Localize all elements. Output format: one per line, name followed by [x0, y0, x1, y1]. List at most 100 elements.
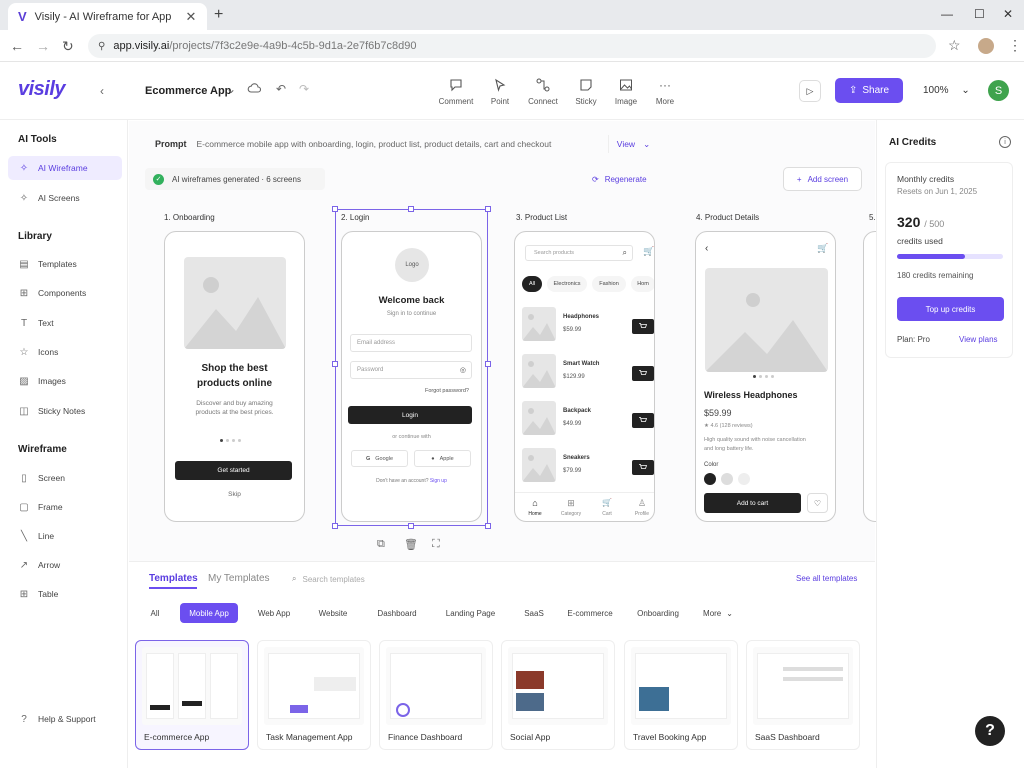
project-name[interactable]: Ecommerce App [145, 85, 231, 97]
template-card-task-management[interactable]: Task Management App [257, 640, 371, 750]
add-to-cart-button[interactable] [632, 319, 654, 334]
chevron-down-icon[interactable]: ⌄ [226, 82, 236, 96]
product-row[interactable]: Headphones $59.99 [522, 307, 654, 347]
cart-icon[interactable]: 🛒 [817, 243, 828, 254]
sidebar-item-line[interactable]: ╲ Line [8, 524, 122, 548]
chip-all[interactable]: All [522, 276, 542, 292]
product-row[interactable]: Smart Watch $129.99 [522, 354, 654, 394]
resize-handle[interactable] [332, 361, 338, 367]
back-arrow-icon[interactable]: ‹ [705, 243, 708, 254]
top-up-credits-button[interactable]: Top up credits [897, 297, 1004, 321]
resize-handle[interactable] [408, 523, 414, 529]
tool-image[interactable]: Image [606, 78, 646, 106]
template-card-travel-booking[interactable]: Travel Booking App [624, 640, 738, 750]
reload-icon[interactable]: ↻ [62, 38, 74, 55]
tool-more[interactable]: ··· More [645, 78, 685, 106]
screen-product-list[interactable]: Search products ⌕ 🛒 All Electronics Fashi… [514, 231, 655, 522]
tab-category[interactable]: ⊞ Category [557, 498, 585, 517]
add-to-cart-button[interactable]: Add to cart [704, 493, 801, 513]
filter-landing-page[interactable]: Landing Page [439, 603, 502, 623]
minimize-icon[interactable]: — [941, 7, 953, 21]
product-row[interactable]: Backpack $49.99 [522, 401, 654, 441]
color-swatch-light[interactable] [738, 473, 750, 485]
sidebar-item-ai-wireframe[interactable]: ✧ AI Wireframe [8, 156, 122, 180]
template-card-saas-dashboard[interactable]: SaaS Dashboard [746, 640, 860, 750]
help-support-link[interactable]: ? Help & Support [8, 707, 122, 731]
tab-my-templates[interactable]: My Templates [208, 573, 270, 584]
zoom-selector[interactable]: 100% ⌄ [923, 85, 970, 96]
close-window-icon[interactable]: ✕ [1003, 7, 1013, 21]
tab-cart[interactable]: 🛒 Cart [593, 498, 621, 517]
filter-saas[interactable]: SaaS [517, 603, 551, 623]
filter-mobile-app[interactable]: Mobile App [180, 603, 238, 623]
sidebar-item-ai-screens[interactable]: ✧ AI Screens [8, 186, 122, 210]
filter-website[interactable]: Website [310, 603, 356, 623]
profile-avatar-icon[interactable] [978, 38, 994, 54]
filter-ecommerce[interactable]: E-commerce [561, 603, 619, 623]
sidebar-item-screen[interactable]: ▯ Screen [8, 466, 122, 490]
browser-tab[interactable]: V Visily - AI Wireframe for App ✕ [8, 3, 207, 30]
sidebar-item-templates[interactable]: ▤ Templates [8, 252, 122, 276]
url-field[interactable]: ⚲ app.visily.ai/projects/7f3c2e9e-4a9b-4… [88, 34, 936, 58]
redo-icon[interactable]: ↷ [299, 82, 309, 96]
tool-comment[interactable]: Comment [436, 78, 476, 106]
add-to-cart-button[interactable] [632, 366, 654, 381]
user-avatar[interactable]: S [988, 80, 1009, 101]
prompt-input[interactable]: E-commerce mobile app with onboarding, l… [197, 139, 661, 149]
prompt-bar[interactable]: Prompt E-commerce mobile app with onboar… [145, 133, 660, 155]
template-card-social-app[interactable]: Social App [501, 640, 615, 750]
resize-handle[interactable] [485, 206, 491, 212]
tab-home[interactable]: ⌂ Home [521, 498, 549, 517]
see-all-templates-link[interactable]: See all templates [796, 574, 857, 583]
sidebar-item-arrow[interactable]: ↗ Arrow [8, 553, 122, 577]
add-to-cart-button[interactable] [632, 460, 654, 475]
color-swatch-black[interactable] [704, 473, 716, 485]
back-icon[interactable]: ← [10, 38, 24, 54]
new-tab-icon[interactable]: + [214, 6, 223, 24]
forward-icon[interactable]: → [36, 38, 50, 54]
resize-handle[interactable] [485, 523, 491, 529]
screen-onboarding[interactable]: Shop the best products online Discover a… [164, 231, 305, 522]
duplicate-icon[interactable]: ⧉ [377, 538, 385, 551]
resize-handle[interactable] [408, 206, 414, 212]
template-card-finance-dashboard[interactable]: Finance Dashboard [379, 640, 493, 750]
filter-dashboard[interactable]: Dashboard [368, 603, 426, 623]
tab-profile[interactable]: ♙ Profile [628, 498, 654, 517]
add-to-cart-button[interactable] [632, 413, 654, 428]
sidebar-item-components[interactable]: ⊞ Components [8, 281, 122, 305]
sidebar-item-icons[interactable]: ☆ Icons [8, 340, 122, 364]
tool-sticky[interactable]: Sticky [566, 78, 606, 106]
maximize-icon[interactable]: ☐ [974, 7, 985, 21]
site-info-icon[interactable]: ⚲ [98, 41, 105, 52]
filter-onboarding[interactable]: Onboarding [629, 603, 687, 623]
tool-point[interactable]: Point [480, 78, 520, 106]
sidebar-item-images[interactable]: ▨ Images [8, 369, 122, 393]
browser-menu-icon[interactable]: ⋮ [1008, 37, 1022, 54]
visily-logo[interactable]: visily [18, 78, 66, 101]
get-started-button[interactable]: Get started [175, 461, 292, 480]
product-row[interactable]: Sneakers $79.99 [522, 448, 654, 488]
add-screen-button[interactable]: + Add screen [783, 167, 862, 191]
regenerate-button[interactable]: ⟳ Regenerate [592, 172, 662, 187]
share-button[interactable]: ⇪ Share [835, 78, 903, 103]
sidebar-item-sticky-notes[interactable]: ◫ Sticky Notes [8, 399, 122, 423]
cart-icon[interactable]: 🛒 [643, 246, 654, 257]
tool-connect[interactable]: Connect [523, 78, 563, 106]
sidebar-item-text[interactable]: T Text [8, 311, 122, 335]
view-dropdown[interactable]: View ⌄ [608, 135, 658, 153]
sidebar-item-frame[interactable]: ▢ Frame [8, 495, 122, 519]
resize-handle[interactable] [485, 361, 491, 367]
screen-product-details[interactable]: ‹ 🛒 Wireless Headphones $59.99 ★ 4.6 (12… [695, 231, 836, 522]
skip-link[interactable]: Skip [165, 491, 304, 498]
template-search-input[interactable]: ⌕ Search templates [286, 569, 440, 589]
chip-electronics[interactable]: Electronics [547, 276, 587, 292]
close-tab-icon[interactable]: ✕ [183, 9, 199, 25]
tab-templates[interactable]: Templates [149, 573, 198, 584]
template-card-ecommerce[interactable]: E-commerce App [135, 640, 249, 750]
color-swatch-gray[interactable] [721, 473, 733, 485]
filter-all[interactable]: All [144, 603, 166, 623]
filter-more[interactable]: More ⌄ [696, 603, 740, 623]
focus-icon[interactable]: ⛶ [432, 538, 440, 551]
preview-play-button[interactable]: ▷ [799, 80, 821, 102]
trash-icon[interactable]: 🗑 [404, 538, 418, 551]
